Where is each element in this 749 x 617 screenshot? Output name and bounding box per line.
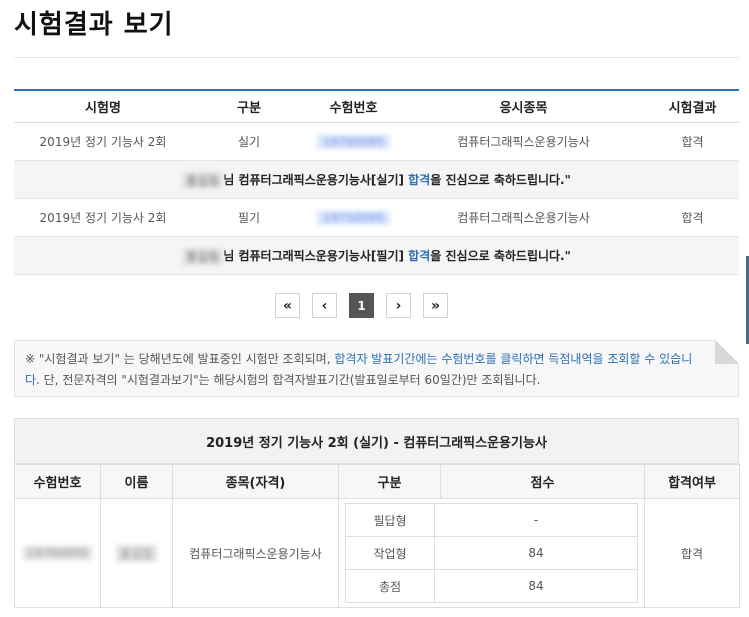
col-header-exam-number: 수험번호	[306, 90, 401, 123]
congrats-text: 님 컴퓨터그래픽스운용기능사[필기]	[223, 248, 409, 263]
congrats-message: 홍길동 님 컴퓨터그래픽스운용기능사[실기] 합격을 진심으로 축하드립니다."	[14, 160, 739, 199]
result-cell: 합격	[646, 122, 739, 161]
col-header-result: 시험결과	[646, 90, 739, 123]
exam-number-link[interactable]: 19760095	[316, 134, 391, 149]
score-label: 필답형	[345, 503, 435, 537]
detail-subject: 컴퓨터그래픽스운용기능사	[172, 498, 339, 608]
detail-header-row: 수험번호 이름 종목(자격) 구분 점수 합격여부	[14, 464, 740, 499]
next-page-button[interactable]: ›	[386, 293, 411, 318]
notice-text: ※ "시험결과 보기" 는 당해년도에 발표중인 시험만 조회되며,	[25, 352, 335, 366]
table-row: 2019년 정기 기능사 2회 필기 19750095 컴퓨터그래픽스운용기능사…	[14, 198, 739, 237]
detail-table: 수험번호 이름 종목(자격) 구분 점수 합격여부 19760095 홍길동 컴…	[14, 464, 740, 608]
title-divider	[14, 57, 739, 58]
score-breakdown-cell: 필답형 - 작업형 84 총점 84	[338, 498, 645, 608]
score-row: 작업형 84	[345, 536, 638, 570]
score-row: 필답형 -	[345, 503, 638, 537]
score-row: 총점 84	[345, 569, 638, 603]
col-header-subject: 응시종목	[401, 90, 646, 123]
score-detail: 2019년 정기 기능사 2회 (실기) - 컴퓨터그래픽스운용기능사 수험번호…	[14, 418, 740, 608]
first-page-button[interactable]: «	[275, 293, 300, 318]
col-header-exam-name: 시험명	[14, 90, 192, 123]
score-breakdown: 필답형 - 작업형 84 총점 84	[345, 503, 638, 603]
congrats-text-end: 을 진심으로 축하드립니다."	[430, 172, 571, 187]
notice-text-2: 단, 전문자격의 "시험결과보기"는 해당시험의 합격자발표기간(발표일로부터 …	[39, 373, 541, 387]
results-header-row: 시험명 구분 수험번호 응시종목 시험결과	[14, 90, 739, 123]
col-header-type: 구분	[192, 90, 306, 123]
detail-exam-number-cell: 19760095	[14, 498, 101, 608]
score-value: 84	[434, 536, 638, 570]
congrats-row: 홍길동 님 컴퓨터그래픽스운용기능사[실기] 합격을 진심으로 축하드립니다."	[14, 160, 739, 199]
detail-title: 2019년 정기 기능사 2회 (실기) - 컴퓨터그래픽스운용기능사	[14, 418, 739, 464]
congrats-text-end: 을 진심으로 축하드립니다."	[430, 248, 571, 263]
score-label: 작업형	[345, 536, 435, 570]
col-header-type: 구분	[338, 464, 441, 499]
type-cell: 필기	[192, 198, 306, 237]
exam-number-cell: 19750095	[306, 198, 401, 237]
candidate-name: 홍길동	[182, 247, 224, 265]
page-title: 시험결과 보기	[14, 10, 174, 40]
col-header-name: 이름	[100, 464, 173, 499]
pass-word: 합격	[408, 248, 431, 263]
detail-name: 홍길동	[115, 544, 158, 562]
type-cell: 실기	[192, 122, 306, 161]
congrats-message: 홍길동 님 컴퓨터그래픽스운용기능사[필기] 합격을 진심으로 축하드립니다."	[14, 236, 739, 275]
page-1-button[interactable]: 1	[349, 293, 374, 318]
table-row: 2019년 정기 기능사 2회 실기 19760095 컴퓨터그래픽스운용기능사…	[14, 122, 739, 161]
col-header-qualification: 종목(자격)	[172, 464, 339, 499]
col-header-exam-number: 수험번호	[14, 464, 101, 499]
exam-name-cell: 2019년 정기 기능사 2회	[14, 122, 192, 161]
detail-exam-number: 19760095	[22, 546, 93, 561]
last-page-button[interactable]: »	[423, 293, 448, 318]
candidate-name: 홍길동	[182, 171, 224, 189]
page-fold-icon	[715, 340, 739, 364]
results-table: 시험명 구분 수험번호 응시종목 시험결과 2019년 정기 기능사 2회 실기…	[14, 89, 739, 275]
exam-name-cell: 2019년 정기 기능사 2회	[14, 198, 192, 237]
result-cell: 합격	[646, 198, 739, 237]
exam-number-cell: 19760095	[306, 122, 401, 161]
subject-cell: 컴퓨터그래픽스운용기능사	[401, 122, 646, 161]
congrats-row: 홍길동 님 컴퓨터그래픽스운용기능사[필기] 합격을 진심으로 축하드립니다."	[14, 236, 739, 275]
exam-number-link[interactable]: 19750095	[316, 210, 391, 225]
subject-cell: 컴퓨터그래픽스운용기능사	[401, 198, 646, 237]
detail-pass-result: 합격	[644, 498, 740, 608]
score-value: -	[434, 503, 638, 537]
pass-word: 합격	[408, 172, 431, 187]
notice-box: ※ "시험결과 보기" 는 당해년도에 발표중인 시험만 조회되며, 합격자 발…	[14, 340, 739, 397]
detail-name-cell: 홍길동	[100, 498, 173, 608]
score-label: 총점	[345, 569, 435, 603]
pagination: « ‹ 1 › »	[275, 293, 448, 318]
col-header-score: 점수	[440, 464, 645, 499]
detail-row: 19760095 홍길동 컴퓨터그래픽스운용기능사 필답형 - 작업형 84 총…	[14, 498, 740, 608]
col-header-pass: 합격여부	[644, 464, 740, 499]
prev-page-button[interactable]: ‹	[312, 293, 337, 318]
score-value: 84	[434, 569, 638, 603]
congrats-text: 님 컴퓨터그래픽스운용기능사[실기]	[223, 172, 409, 187]
